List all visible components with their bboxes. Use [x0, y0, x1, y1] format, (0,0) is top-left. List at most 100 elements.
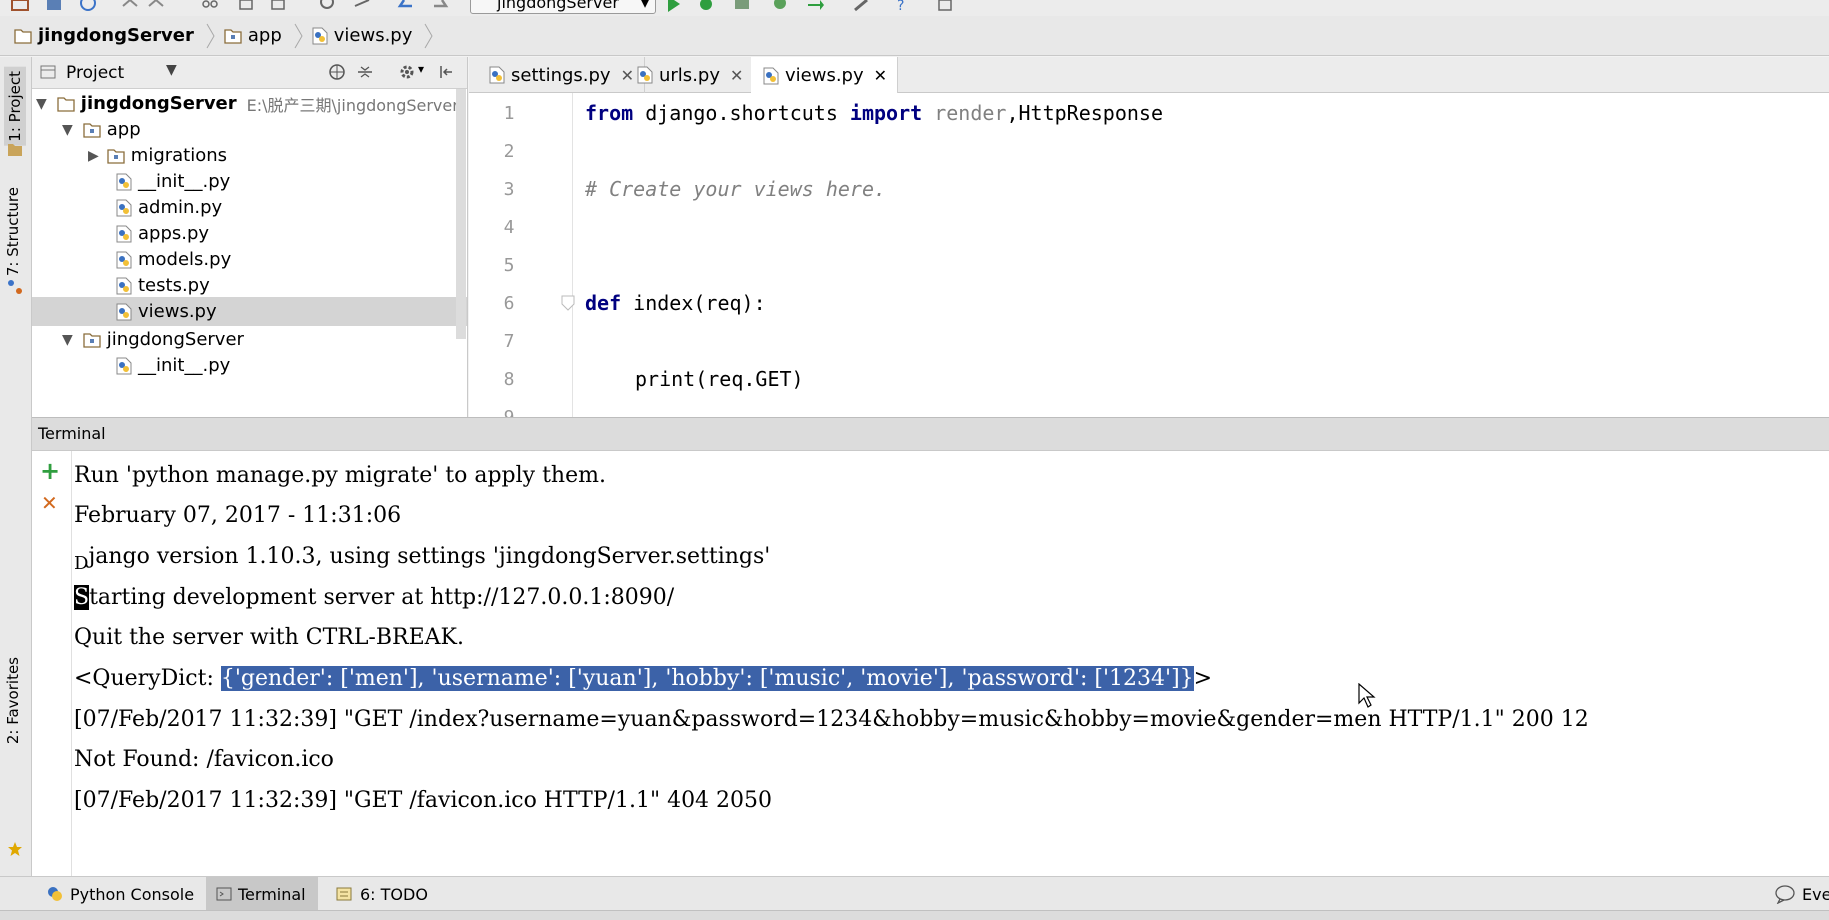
open-icon[interactable]	[10, 0, 30, 14]
tree-item-file[interactable]: apps.py	[32, 219, 467, 248]
tree-item-file[interactable]: tests.py	[32, 271, 467, 300]
scroll-from-source-icon[interactable]	[328, 63, 346, 81]
cut-icon[interactable]	[200, 0, 220, 14]
code-text: ,HttpResponse	[1006, 101, 1164, 125]
coverage-icon[interactable]	[732, 0, 752, 14]
code-line-3: # Create your views here.	[585, 177, 887, 201]
close-icon[interactable]: ✕	[874, 66, 887, 85]
terminal-panel[interactable]: + ✕ Run 'python manage.py migrate' to ap…	[32, 451, 1829, 876]
project-view-label[interactable]: Project	[66, 63, 124, 83]
event-log-button[interactable]: Eve	[1770, 877, 1829, 911]
breadcrumb-separator	[294, 23, 303, 48]
breadcrumb-separator	[424, 23, 433, 48]
debug-icon[interactable]	[696, 0, 716, 14]
project-scrollbar[interactable]	[456, 89, 466, 339]
keyword: import	[849, 101, 923, 125]
tab-python-console[interactable]: Python Console	[36, 877, 206, 911]
undo-icon[interactable]	[120, 0, 140, 14]
line-number: 9	[489, 407, 529, 417]
breadcrumb-label: app	[247, 25, 282, 46]
tab-settings[interactable]: settings.py ✕	[477, 57, 645, 93]
breadcrumb-item-project[interactable]: jingdongServer	[14, 25, 194, 46]
package-folder-icon	[83, 122, 101, 138]
back-icon[interactable]	[396, 0, 416, 14]
tree-item-file[interactable]: __init__.py	[32, 351, 467, 380]
fold-icon[interactable]	[561, 295, 575, 311]
tree-item-app[interactable]: ▼ app	[32, 115, 467, 144]
terminal-line: Not Found: /favicon.ico	[74, 747, 334, 772]
collapsed-arrow-icon[interactable]: ▶	[88, 148, 99, 164]
project-panel-header: Project ▼ ▾	[32, 57, 467, 89]
tab-terminal[interactable]: Terminal	[206, 877, 318, 911]
tree-item-file-selected[interactable]: views.py	[32, 297, 467, 326]
profile-icon[interactable]	[770, 0, 790, 14]
collapse-all-icon[interactable]	[356, 63, 374, 81]
terminal-line-querydict: <QueryDict: {'gender': ['men'], 'usernam…	[74, 666, 1212, 691]
save-icon[interactable]	[44, 0, 64, 14]
code-text: django.shortcuts	[633, 101, 850, 125]
run-configuration-select[interactable]: jingdongServer ▾	[470, 0, 656, 14]
speech-bubble-icon	[1774, 884, 1796, 904]
run-icon[interactable]	[664, 0, 684, 14]
redo-icon[interactable]	[146, 0, 166, 14]
find-icon[interactable]	[318, 0, 338, 14]
forward-icon[interactable]	[430, 0, 450, 14]
tree-item-migrations[interactable]: ▶ migrations	[32, 141, 467, 170]
expanded-arrow-icon[interactable]: ▼	[62, 332, 73, 348]
tree-item-label: migrations	[130, 145, 228, 166]
tree-item-file[interactable]: __init__.py	[32, 167, 467, 196]
breadcrumb-item-file[interactable]: views.py	[312, 25, 412, 46]
chevron-down-icon[interactable]: ▼	[166, 62, 177, 78]
paste-icon[interactable]	[268, 0, 288, 14]
gear-icon[interactable]	[398, 62, 418, 82]
folder-icon	[57, 96, 75, 112]
python-file-icon	[312, 27, 328, 45]
close-session-icon[interactable]: ✕	[41, 491, 58, 515]
terminal-icon	[216, 887, 232, 901]
tab-views[interactable]: views.py ✕	[751, 57, 899, 94]
sync-icon[interactable]	[78, 0, 98, 14]
tool-tab-project[interactable]: 1: Project	[4, 67, 26, 146]
tool-tab-label: 2: Favorites	[4, 657, 22, 745]
breadcrumb-label: jingdongServer	[38, 25, 194, 46]
tab-urls[interactable]: urls.py ✕	[625, 57, 755, 93]
todo-icon	[336, 886, 354, 902]
python-file-icon	[763, 67, 779, 85]
chevron-down-icon[interactable]: ▾	[418, 62, 424, 76]
tree-item-label: app	[106, 119, 141, 140]
tree-item-label: views.py	[138, 301, 217, 322]
close-icon[interactable]: ✕	[730, 66, 743, 85]
python-file-icon	[489, 66, 505, 84]
code-editor[interactable]: 1 2 3 4 5 6 7 8 9 from django.shortcuts …	[469, 93, 1829, 417]
expanded-arrow-icon[interactable]: ▼	[62, 122, 73, 138]
tree-item-file[interactable]: admin.py	[32, 193, 467, 222]
breadcrumb-item-app[interactable]: app	[224, 25, 282, 46]
tab-label: Python Console	[70, 884, 195, 904]
expanded-arrow-icon[interactable]: ▼	[36, 96, 47, 112]
python-file-icon	[116, 251, 132, 269]
tool-tab-favorites[interactable]: 2: Favorites	[4, 657, 22, 744]
settings-wrench-icon[interactable]	[852, 0, 872, 14]
help-icon[interactable]: ?	[892, 0, 912, 14]
terminal-line: [07/Feb/2017 11:32:39] "GET /favicon.ico…	[74, 788, 773, 813]
tree-item-project-root[interactable]: ▼ jingdongServer E:\脱产三期\jingdongServer	[32, 89, 467, 118]
structure-icon[interactable]	[936, 0, 956, 14]
tool-tab-structure[interactable]: 7: Structure	[4, 187, 22, 276]
package-folder-icon	[107, 148, 125, 164]
tab-todo[interactable]: 6: TODO	[326, 877, 440, 911]
python-file-icon	[116, 357, 132, 375]
hide-panel-icon[interactable]	[438, 63, 456, 81]
tool-tab-label: 1: Project	[6, 71, 24, 142]
copy-icon[interactable]	[236, 0, 256, 14]
line-gutter: 1 2 3 4 5 6 7 8 9	[469, 93, 575, 417]
terminal-text: >	[1193, 666, 1213, 691]
tree-item-file[interactable]: models.py	[32, 245, 467, 274]
tree-item-label: admin.py	[138, 197, 223, 218]
terminal-line: February 07, 2017 - 11:31:06	[74, 503, 402, 528]
terminal-toolbar: + ✕	[32, 451, 72, 876]
replace-icon[interactable]	[352, 0, 372, 14]
concurrency-icon[interactable]	[806, 0, 826, 14]
tree-item-jingdongserver[interactable]: ▼ jingdongServer	[32, 325, 467, 354]
star-icon	[7, 841, 23, 857]
new-session-icon[interactable]: +	[40, 457, 60, 485]
